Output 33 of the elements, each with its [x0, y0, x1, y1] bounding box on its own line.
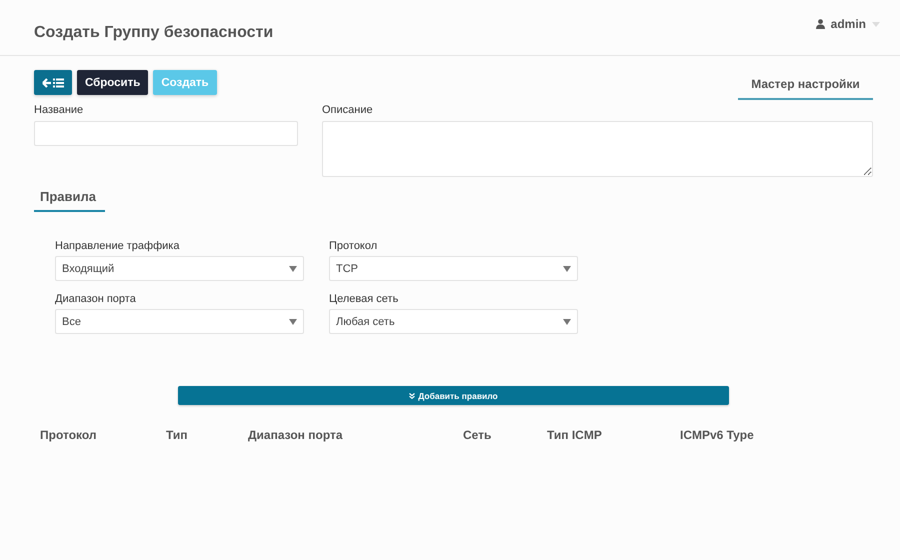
user-icon [816, 19, 825, 29]
field-label: Описание [322, 104, 374, 116]
field-label: Диапазон порта [55, 293, 137, 305]
column-header: Тип [166, 428, 188, 442]
dropdown-arrow-icon [289, 266, 297, 272]
select-field[interactable]: Любая сеть [329, 309, 578, 334]
dropdown-arrow-icon [289, 318, 297, 324]
back-to-list-button[interactable] [34, 70, 72, 95]
add-rule-button[interactable]: Добавить правило [178, 386, 729, 405]
select-field[interactable]: Входящий [55, 256, 304, 281]
caret-icon[interactable] [872, 22, 880, 26]
reset-button[interactable]: Сбросить [77, 70, 148, 95]
wizard-tab[interactable]: Мастер настройки [738, 76, 873, 100]
name-field[interactable] [34, 121, 298, 146]
select-field[interactable]: TCP [329, 256, 578, 281]
user-menu[interactable]: admin [830, 17, 866, 31]
column-header: Сеть [463, 428, 492, 442]
field-label: Название [34, 104, 84, 116]
description-field[interactable] [322, 121, 873, 177]
rules-tab[interactable]: Правила [34, 185, 105, 212]
field-label: Протокол [329, 240, 378, 252]
dropdown-arrow-icon [563, 318, 571, 324]
column-header: Протокол [40, 428, 98, 442]
field-label: Целевая сеть [329, 293, 400, 305]
field-label: Направление траффика [55, 240, 180, 252]
double-chevron-down-icon [409, 392, 416, 398]
page-title: Создать Группу безопасности [34, 24, 274, 42]
select-field[interactable]: Все [55, 309, 304, 334]
column-header: Диапазон порта [248, 428, 344, 442]
column-header: ICMPv6 Type [680, 428, 755, 442]
column-header: Тип ICMP [547, 428, 603, 442]
dropdown-arrow-icon [563, 266, 571, 272]
back-list-icon [42, 78, 64, 88]
